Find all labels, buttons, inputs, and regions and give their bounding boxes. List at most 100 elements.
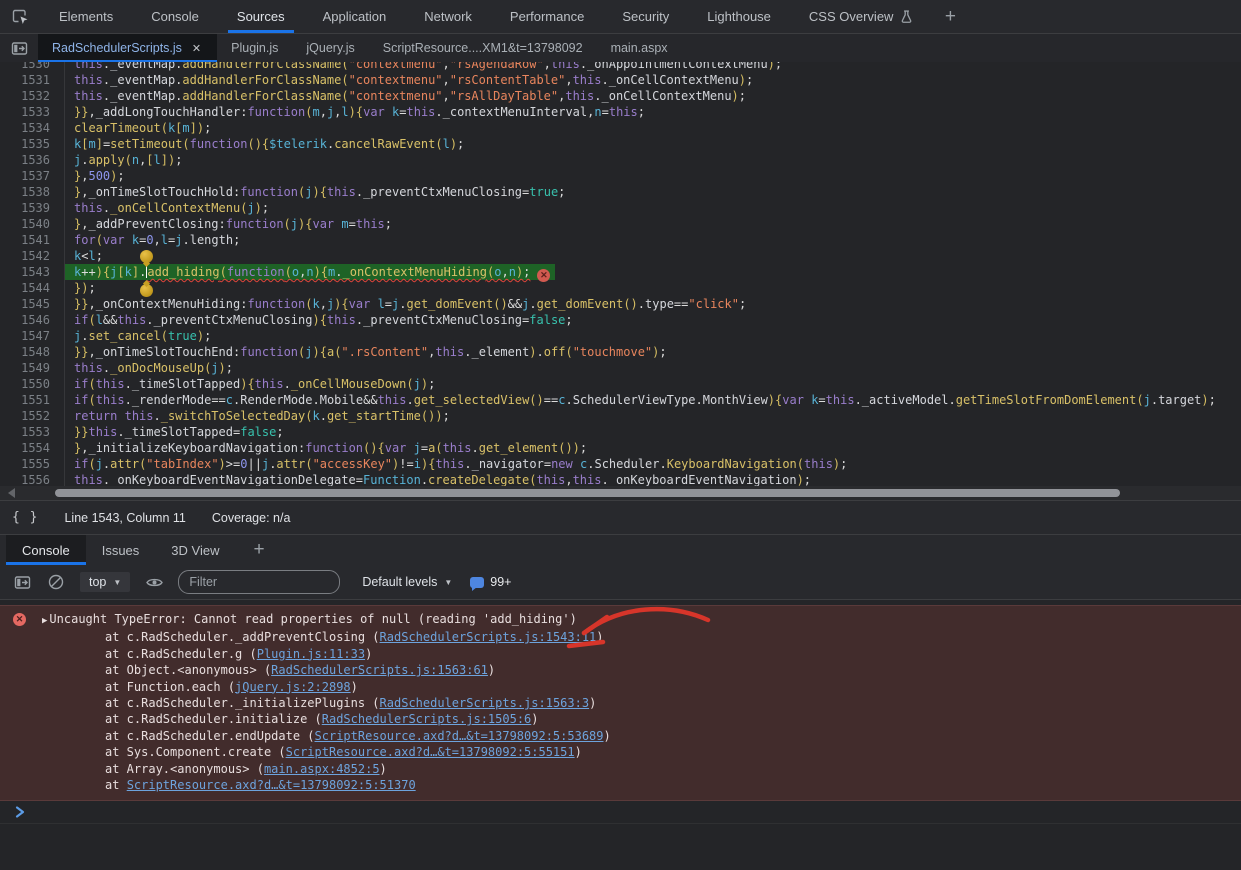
source-location-link[interactable]: RadSchedulerScripts.js:1543:11 [380, 630, 597, 644]
clear-console-button[interactable] [46, 572, 66, 592]
source-location-link[interactable]: ScriptResource.axd?d…&t=13798092:5:55151 [286, 745, 575, 759]
line-number[interactable]: 1549 [0, 360, 65, 376]
code-line: 1535k[m]=setTimeout(function(){$telerik.… [0, 136, 1241, 152]
tab-application[interactable]: Application [304, 0, 406, 33]
line-number[interactable]: 1550 [0, 376, 65, 392]
inspect-element-button[interactable] [0, 0, 40, 33]
main-tabbar: ElementsConsole Sources ApplicationNetwork… [0, 0, 1241, 34]
line-number[interactable]: 1539 [0, 200, 65, 216]
source-location-link[interactable]: RadSchedulerScripts.js:1563:61 [271, 663, 488, 677]
log-levels-select[interactable]: Default levels ▼ [354, 575, 452, 589]
source-location-link[interactable]: RadSchedulerScripts.js:1563:3 [380, 696, 590, 710]
line-number[interactable]: 1542 [0, 248, 65, 264]
source-location-link[interactable]: main.aspx:4852:5 [264, 762, 380, 776]
add-panel-button[interactable]: + [933, 0, 967, 33]
line-number[interactable]: 1546 [0, 312, 65, 328]
file-tab-scriptresource-xm1-t-13798092[interactable]: ScriptResource....XM1&t=13798092 [369, 34, 597, 62]
expand-triangle-icon[interactable]: ▶ [42, 616, 47, 626]
horizontal-scrollbar[interactable] [0, 486, 1241, 500]
tab-css-overview[interactable]: CSS Overview [790, 0, 934, 33]
stack-frame: at c.RadScheduler.endUpdate (ScriptResou… [42, 728, 611, 744]
line-number[interactable]: 1538 [0, 184, 65, 200]
line-number[interactable]: 1533 [0, 104, 65, 120]
tab-label: Security [622, 9, 669, 24]
tab-performance[interactable]: Performance [491, 0, 603, 33]
file-tab-radschedulerscripts-js[interactable]: RadSchedulerScripts.js✕ [38, 34, 217, 62]
execution-context-select[interactable]: top ▼ [80, 572, 130, 592]
line-number[interactable]: 1551 [0, 392, 65, 408]
drawer-tab-issues[interactable]: Issues [86, 535, 156, 565]
code-line-error: 1543k++){j[k].add_hiding(function(o,n){m… [0, 264, 1241, 280]
navigator-toggle-button[interactable] [0, 34, 38, 62]
line-number[interactable]: 1535 [0, 136, 65, 152]
line-number[interactable]: 1537 [0, 168, 65, 184]
stack-frame: at Array.<anonymous> (main.aspx:4852:5) [42, 761, 611, 777]
messages-count-badge[interactable]: 99+ [470, 575, 511, 589]
line-number[interactable]: 1532 [0, 88, 65, 104]
line-number[interactable]: 1540 [0, 216, 65, 232]
code-line: 1533}},_addLongTouchHandler:function(m,j… [0, 104, 1241, 120]
source-location-link[interactable]: ScriptResource.axd?d…&t=13798092:5:51370 [127, 778, 416, 792]
source-editor[interactable]: 1530this._eventMap.addHandlerForClassNam… [0, 62, 1241, 486]
tab-network[interactable]: Network [405, 0, 491, 33]
line-number[interactable]: 1531 [0, 72, 65, 88]
line-number[interactable]: 1544 [0, 280, 65, 296]
frame-text: at [105, 778, 127, 792]
line-number[interactable]: 1530 [0, 62, 65, 72]
line-number[interactable]: 1548 [0, 344, 65, 360]
file-tab-plugin-js[interactable]: Plugin.js [217, 34, 292, 62]
pretty-print-icon[interactable]: { } [12, 510, 38, 525]
drawer-tab-3d-view[interactable]: 3D View [155, 535, 235, 565]
line-number[interactable]: 1534 [0, 120, 65, 136]
code-line: 1550if(this._timeSlotTapped){this._onCel… [0, 376, 1241, 392]
file-tab-jquery-js[interactable]: jQuery.js [292, 34, 368, 62]
file-tab-main-aspx[interactable]: main.aspx [597, 34, 682, 62]
tab-label: Sources [237, 9, 285, 24]
prompt-chevron-icon [13, 805, 27, 819]
code-line-text: j.apply(n,[l]); [65, 152, 182, 168]
cursor-position-label: Line 1543, Column 11 [64, 511, 185, 525]
line-number[interactable]: 1554 [0, 440, 65, 456]
tab-elements[interactable]: Elements [40, 0, 132, 33]
console-prompt[interactable] [0, 801, 1241, 824]
console-filter-input[interactable] [178, 570, 340, 594]
live-expression-button[interactable] [144, 572, 164, 592]
code-line-text: },_initializeKeyboardNavigation:function… [65, 440, 587, 456]
source-location-link[interactable]: jQuery.js:2:2898 [235, 680, 351, 694]
frame-text: ) [596, 630, 603, 644]
code-line-text: for(var k=0,l=j.length; [65, 232, 240, 248]
code-line-text: },_addPreventClosing:function(j){var m=t… [65, 216, 392, 232]
tab-console[interactable]: Console [132, 0, 218, 33]
code-line: 1554},_initializeKeyboardNavigation:func… [0, 440, 1241, 456]
drawer-tab-console[interactable]: Console [6, 535, 86, 565]
close-tab-icon[interactable]: ✕ [190, 41, 203, 56]
source-location-link[interactable]: RadSchedulerScripts.js:1505:6 [322, 712, 532, 726]
line-number[interactable]: 1552 [0, 408, 65, 424]
stack-frame: at c.RadScheduler._initializePlugins (Ra… [42, 695, 611, 711]
source-location-link[interactable]: Plugin.js:11:33 [257, 647, 365, 661]
frame-text: at c.RadScheduler._initializePlugins ( [105, 696, 380, 710]
frame-text: at Array.<anonymous> ( [105, 762, 264, 776]
line-number[interactable]: 1545 [0, 296, 65, 312]
add-drawer-tab-button[interactable]: + [235, 535, 282, 565]
code-line: 1540},_addPreventClosing:function(j){var… [0, 216, 1241, 232]
code-line: 1556this._onKeyboardEventNavigationDeleg… [0, 472, 1241, 486]
line-number[interactable]: 1555 [0, 456, 65, 472]
frame-text: at Sys.Component.create ( [105, 745, 286, 759]
tab-security[interactable]: Security [603, 0, 688, 33]
frame-text: ) [575, 745, 582, 759]
line-number[interactable]: 1553 [0, 424, 65, 440]
line-number[interactable]: 1547 [0, 328, 65, 344]
tab-lighthouse[interactable]: Lighthouse [688, 0, 790, 33]
source-location-link[interactable]: ScriptResource.axd?d…&t=13798092:5:53689 [315, 729, 604, 743]
line-number[interactable]: 1556 [0, 472, 65, 486]
console-sidebar-button[interactable] [12, 572, 32, 592]
code-line: 1549this._onDocMouseUp(j); [0, 360, 1241, 376]
scroll-left-arrow-icon[interactable] [8, 488, 15, 498]
scrollbar-thumb[interactable] [55, 489, 1120, 497]
line-number[interactable]: 1541 [0, 232, 65, 248]
code-line-text: }}this._timeSlotTapped=false; [65, 424, 284, 440]
line-number[interactable]: 1536 [0, 152, 65, 168]
tab-sources[interactable]: Sources [218, 0, 304, 33]
line-number[interactable]: 1543 [0, 264, 65, 280]
